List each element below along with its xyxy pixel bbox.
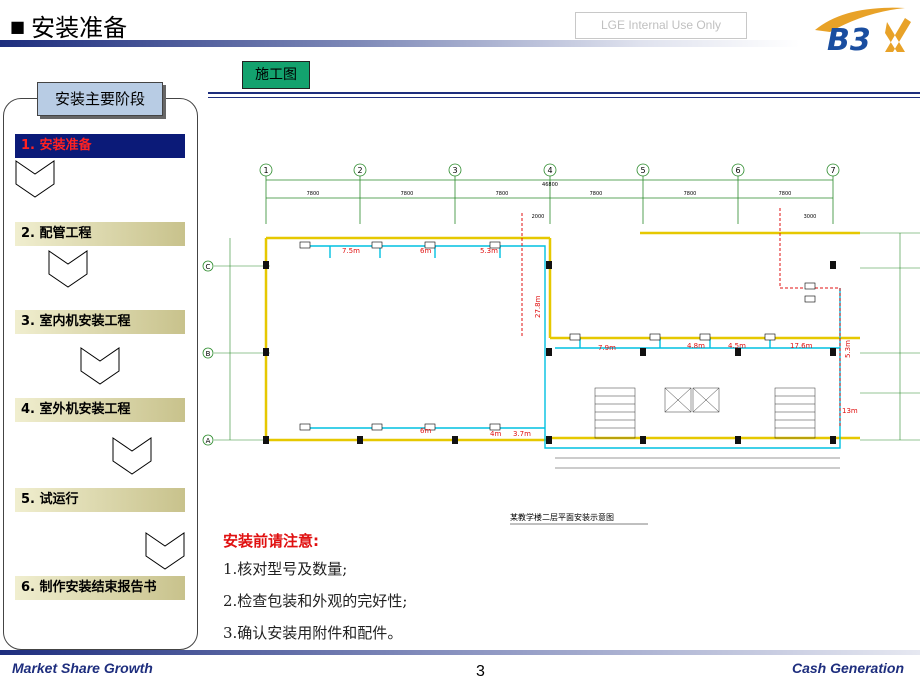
stage-label: 3. 室内机安装工程 (21, 314, 131, 329)
chevron-down-icon (15, 160, 55, 198)
bay-dimension: 7800 (590, 191, 603, 197)
note-item: 3.确认安装用附件和配件。 (223, 624, 403, 642)
note-item: 1.核对型号及数量; (223, 560, 348, 578)
title-text: 安装准备 (31, 14, 128, 42)
run-length: 13m (842, 407, 858, 415)
notes-title: 安装前请注意: (223, 532, 319, 550)
bay-dimension: 7800 (684, 191, 697, 197)
stage-label: 6. 制作安装结束报告书 (21, 580, 157, 595)
stage-item-report[interactable]: 6. 制作安装结束报告书 (15, 576, 185, 600)
bay-dimension: 7800 (401, 191, 414, 197)
stage-label: 1. 安装准备 (21, 138, 92, 153)
run-length: 5.3m (844, 340, 852, 358)
run-length: 17.6m (790, 342, 813, 350)
b3x-logo: B3 (815, 7, 911, 58)
chevron-down-icon (112, 437, 152, 475)
run-length: 27.8m (534, 295, 542, 318)
page-title: ■ 安装准备 (10, 8, 127, 43)
run-length: 6m (420, 247, 431, 255)
stage-item-trial-run[interactable]: 5. 试运行 (15, 488, 185, 512)
floor-plan-drawing: 1 2 3 4 5 6 7 46800 7800 7800 7800 7800 … (202, 163, 920, 525)
axis-label: 7 (830, 166, 835, 175)
run-length: 7.5m (342, 247, 360, 255)
run-length: 5.3m (480, 247, 498, 255)
footer-right-text: Cash Generation (791, 660, 904, 676)
stage-label: 5. 试运行 (21, 492, 79, 507)
run-length: 3.7m (513, 430, 531, 438)
axis-label: A (206, 437, 211, 445)
offset-dimension: 2000 (532, 214, 545, 220)
total-dimension: 46800 (542, 182, 558, 188)
axis-label: B (206, 350, 211, 358)
bay-dimension: 7800 (496, 191, 509, 197)
section-rule (208, 92, 920, 98)
drawing-caption: 某教学楼二层平面安装示意图 (510, 512, 614, 522)
bay-dimension: 7800 (779, 191, 792, 197)
run-length: 4m (490, 430, 501, 438)
axis-label: 5 (640, 166, 645, 175)
axis-label: C (206, 263, 211, 271)
page-number: 3 (476, 663, 485, 680)
stage-label: 4. 室外机安装工程 (21, 402, 131, 417)
axis-label: 6 (735, 166, 740, 175)
svg-text:B3: B3 (827, 23, 871, 58)
axis-label: 4 (547, 166, 552, 175)
axis-label: 3 (452, 166, 457, 175)
chevron-down-icon (145, 532, 185, 570)
section-tag: 施工图 (242, 61, 310, 89)
stage-item-outdoor-unit[interactable]: 4. 室外机安装工程 (15, 398, 185, 422)
run-length: 4.5m (728, 342, 746, 350)
internal-use-badge: LGE Internal Use Only (575, 12, 747, 39)
note-item: 2.检查包装和外观的完好性; (223, 592, 408, 610)
stages-header: 安装主要阶段 (37, 82, 163, 116)
stage-label: 2. 配管工程 (21, 226, 92, 241)
chevron-down-icon (80, 347, 120, 385)
title-bullet: ■ (10, 17, 26, 36)
stage-item-piping[interactable]: 2. 配管工程 (15, 222, 185, 246)
footer-left-text: Market Share Growth (12, 660, 153, 676)
header-bar (0, 40, 800, 47)
axis-label: 1 (263, 166, 268, 175)
axis-label: 2 (357, 166, 362, 175)
footer-bar (0, 650, 920, 655)
chevron-down-icon (48, 250, 88, 288)
bay-dimension: 7800 (307, 191, 320, 197)
run-length: 4.8m (687, 342, 705, 350)
stage-item-indoor-unit[interactable]: 3. 室内机安装工程 (15, 310, 185, 334)
run-length: 7.9m (598, 344, 616, 352)
stage-item-install-prep[interactable]: 1. 安装准备 (15, 134, 185, 158)
run-length: 6m (420, 427, 431, 435)
offset-dimension: 3000 (804, 214, 817, 220)
